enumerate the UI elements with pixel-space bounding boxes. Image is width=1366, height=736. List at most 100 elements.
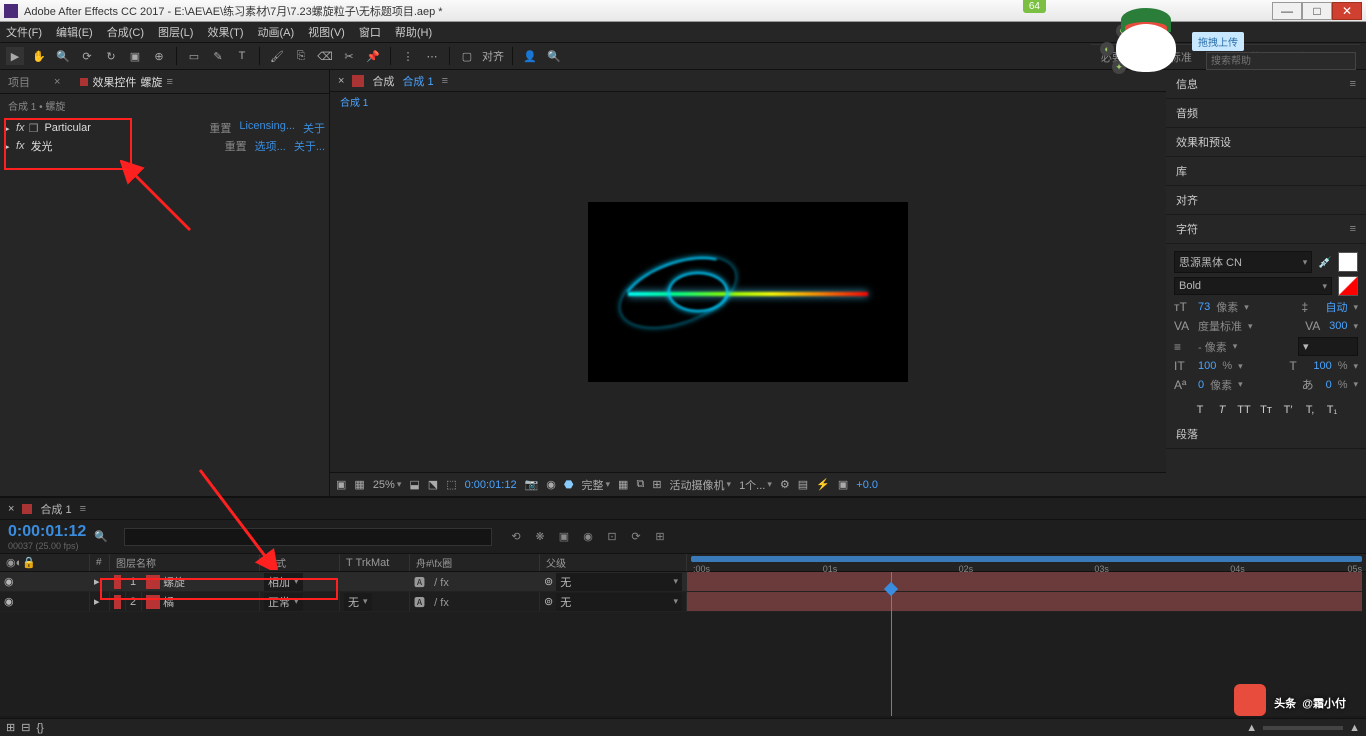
panel-menu-icon[interactable]: ≡ (1350, 223, 1356, 235)
tl-search-icon[interactable]: 🔍 (94, 530, 108, 543)
col-lock-icon[interactable]: 🔒 (22, 556, 36, 569)
show-snapshot-icon[interactable]: ◉ (546, 478, 556, 491)
panel-library[interactable]: 库 (1166, 157, 1366, 186)
parent-pick-icon[interactable]: ⊚ (544, 595, 553, 608)
camera-dropdown[interactable]: 活动摄像机▾ (670, 477, 732, 493)
guides-icon[interactable]: ⊞ (652, 478, 661, 491)
menu-anim[interactable]: 动画(A) (258, 24, 295, 40)
tl-btn-3[interactable]: ▣ (556, 530, 572, 543)
faux-bold[interactable]: T (1192, 404, 1208, 416)
font-size[interactable]: 73 (1198, 301, 1210, 313)
stroke-width[interactable]: - 像素 (1198, 339, 1227, 355)
tl-btn-6[interactable]: ⟳ (628, 530, 644, 543)
pen-tool[interactable]: ✎ (209, 47, 227, 65)
about-link[interactable]: 关于... (294, 138, 325, 154)
toggle-switches-icon[interactable]: ⊞ (6, 721, 15, 734)
text-tool[interactable]: T (233, 47, 251, 65)
baseline-shift[interactable]: 0 (1198, 379, 1204, 391)
menu-window[interactable]: 窗口 (359, 24, 381, 40)
tl-btn-1[interactable]: ⟲ (508, 530, 524, 543)
layer-bar-1[interactable] (687, 572, 1362, 592)
tracking[interactable]: 300 (1329, 320, 1347, 332)
col-av-icon[interactable]: ◉ (6, 556, 16, 569)
kerning[interactable]: 度量标准 (1198, 318, 1242, 334)
toggle-inout-icon[interactable]: {} (36, 722, 43, 734)
snapshot-icon[interactable]: 📷 (525, 478, 539, 491)
col-parent[interactable]: 父级 (540, 554, 687, 571)
col-switches[interactable]: 舟#\fx圈 (410, 554, 540, 571)
leading[interactable]: 自动 (1325, 299, 1347, 315)
visibility-icon[interactable]: ◉ (4, 575, 18, 588)
comp-name[interactable]: 合成 1 (402, 73, 433, 89)
zoom-in-icon[interactable]: ▲ (1349, 722, 1360, 734)
menu-comp[interactable]: 合成(C) (107, 24, 144, 40)
expand-arrow-icon[interactable]: ▸ (4, 140, 12, 153)
menu-edit[interactable]: 编辑(E) (56, 24, 93, 40)
expand-icon[interactable]: ▸ (94, 575, 100, 588)
selection-tool[interactable]: ▶ (6, 47, 24, 65)
effect-row-glow[interactable]: ▸ fx 发光 重置 选项... 关于... (4, 137, 325, 155)
roto-tool[interactable]: ✂ (340, 47, 358, 65)
parent-select[interactable]: 无▾ (556, 573, 682, 591)
upload-tag[interactable]: 拖拽上传 (1192, 32, 1244, 51)
channel-icon[interactable]: ⬣ (564, 478, 574, 491)
comp-tab-menu-icon[interactable]: ≡ (442, 75, 448, 87)
always-preview-icon[interactable]: ▣ (336, 478, 346, 491)
views-dropdown[interactable]: 1个...▾ (739, 477, 772, 493)
effect-row-particular[interactable]: ▸ fx ❒ Particular 重置 Licensing... 关于 (4, 119, 325, 137)
col-layer-name[interactable]: 图层名称 (110, 554, 260, 571)
hscale[interactable]: 100 (1313, 360, 1331, 372)
blend-mode-select[interactable]: 相加▾ (264, 573, 303, 591)
subscript[interactable]: T, (1302, 404, 1318, 416)
tl-tab-menu-icon[interactable]: ≡ (80, 503, 86, 515)
hand-tool[interactable]: ✋ (30, 47, 48, 65)
close-button[interactable]: ✕ (1332, 2, 1362, 20)
reset-link[interactable]: 重置 (209, 120, 231, 136)
faux-italic[interactable]: T (1214, 404, 1230, 416)
comp-tab-close-icon[interactable]: × (338, 75, 344, 87)
reset-link[interactable]: 重置 (225, 138, 247, 154)
tab-menu-icon[interactable]: ≡ (166, 76, 172, 88)
tl-btn-2[interactable]: ❋ (532, 530, 548, 543)
menu-view[interactable]: 视图(V) (308, 24, 345, 40)
minimize-button[interactable]: — (1272, 2, 1302, 20)
layer-name[interactable]: 橘 (163, 594, 174, 610)
resolution-dropdown[interactable]: 完整▾ (582, 477, 611, 493)
zoom-slider[interactable] (1263, 726, 1343, 730)
comp-breadcrumb[interactable]: 合成 1 (330, 92, 1166, 112)
superscript[interactable]: T′ (1280, 404, 1296, 416)
parent-pick-icon[interactable]: ⊚ (544, 575, 553, 588)
panel-menu-icon[interactable]: ≡ (1350, 78, 1356, 90)
label-chip[interactable] (114, 595, 121, 609)
layer-search-input[interactable] (124, 528, 492, 546)
tab-project[interactable]: 项目 (8, 74, 30, 90)
tab-effect-controls[interactable]: 效果控件 螺旋 ≡ (80, 74, 172, 90)
small-caps[interactable]: Tт (1258, 404, 1274, 416)
viewer-canvas-area[interactable] (330, 112, 1166, 472)
clone-tool[interactable]: ⎘ (292, 47, 310, 65)
etc-tool-1[interactable]: ⋮ (399, 47, 417, 65)
layer-switches[interactable]: 🅰 / fx (414, 574, 449, 590)
eraser-tool[interactable]: ⌫ (316, 47, 334, 65)
puppet-tool[interactable]: 📌 (364, 47, 382, 65)
expand-arrow-icon[interactable]: ▸ (4, 122, 12, 135)
maximize-button[interactable]: □ (1302, 2, 1332, 20)
trkmat-select[interactable]: 无▾ (344, 593, 372, 611)
tsume[interactable]: 0 (1326, 379, 1332, 391)
adaptive-icon[interactable]: ▣ (838, 478, 848, 491)
snap-toggle[interactable]: ▢ (458, 47, 476, 65)
stroke-over-select[interactable]: ▾ (1298, 337, 1358, 356)
tl-btn-4[interactable]: ◉ (580, 530, 596, 543)
col-solo-icon[interactable]: ◐ (16, 557, 23, 569)
fill-swatch[interactable] (1338, 252, 1358, 272)
licensing-link[interactable]: Licensing... (239, 120, 295, 136)
fast-draft-icon[interactable]: ⚡ (816, 478, 830, 491)
col-trkmat[interactable]: TrkMat (356, 557, 390, 569)
orbit-tool[interactable]: ⟳ (78, 47, 96, 65)
stroke-swatch[interactable] (1338, 276, 1358, 296)
layer-bar-2[interactable] (687, 592, 1362, 612)
font-family-select[interactable]: 思源黑体 CN▾ (1174, 251, 1312, 273)
tl-btn-5[interactable]: ⊡ (604, 530, 620, 543)
layer-row-1[interactable]: ◉ ▸ 1 螺旋 相加▾ 🅰 / fx ⊚ 无▾ (0, 572, 687, 592)
panel-align[interactable]: 对齐 (1166, 186, 1366, 215)
